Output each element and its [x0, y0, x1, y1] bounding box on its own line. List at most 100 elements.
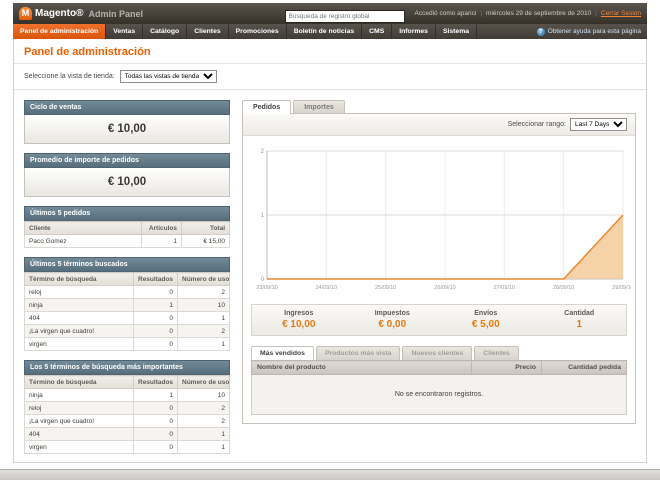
last-orders-header: Últimos 5 pedidos	[24, 206, 230, 221]
cell: ¡La virgen que cuadro!	[24, 414, 134, 428]
dashboard-right-column: Pedidos Importes Seleccionar rango: Last…	[242, 100, 636, 462]
table-header-row: Término de búsqueda Resultados Número de…	[24, 375, 230, 389]
nav-item-informes[interactable]: Informes	[392, 24, 436, 39]
browser-status-bar	[0, 469, 660, 480]
lifetime-sales-box: Ciclo de ventas € 10,00	[24, 100, 230, 144]
table-header-row: Término de búsqueda Resultados Número de…	[24, 272, 230, 286]
dashboard-columns: Ciclo de ventas € 10,00 Promedio de impo…	[14, 90, 646, 462]
cell: 0	[133, 324, 178, 338]
help-link[interactable]: Obtener ayuda para esta página	[548, 28, 641, 35]
col-header: Resultados	[133, 272, 178, 286]
top-search-terms-header: Los 5 términos de búsqueda más important…	[24, 360, 230, 375]
tab-productos-mas-vista[interactable]: Productos más vista	[315, 346, 401, 360]
magento-logo[interactable]: M Magento® Admin Panel	[19, 7, 143, 20]
table-row[interactable]: 404 0 1	[24, 311, 230, 325]
range-label: Seleccionar rango:	[507, 121, 566, 128]
nav-item-cms[interactable]: CMS	[362, 24, 393, 39]
user-meta: Accedió como aparici | miércoles 29 de s…	[415, 10, 641, 17]
totals-bar: Ingresos € 10,00 Impuestos € 0,00 Envíos…	[251, 304, 627, 336]
col-header: Número de usos	[177, 272, 230, 286]
logout-link[interactable]: Cerrar Sesión	[601, 10, 641, 17]
dashboard-left-column: Ciclo de ventas € 10,00 Promedio de impo…	[24, 100, 230, 462]
nav-item-ventas[interactable]: Ventas	[106, 24, 144, 39]
page-title: Panel de administración	[14, 39, 646, 64]
table-row[interactable]: virgen 0 1	[24, 440, 230, 454]
table-row[interactable]: ¡La virgen que cuadro! 0 2	[24, 324, 230, 338]
cell: 2	[177, 401, 230, 415]
svg-text:25/09/10: 25/09/10	[375, 285, 396, 291]
last-search-terms-box: Últimos 5 términos buscados Término de b…	[24, 257, 230, 351]
svg-text:23/09/10: 23/09/10	[256, 285, 277, 291]
orders-area-chart: 23/09/10 24/09/10 25/09/10 26/09/10 27/09/10…	[256, 149, 633, 291]
cell: 1	[177, 311, 230, 325]
table-row[interactable]: virgen 0 1	[24, 337, 230, 351]
cell: 10	[177, 388, 230, 402]
svg-text:24/09/10: 24/09/10	[316, 285, 337, 291]
cell: 404	[24, 311, 134, 325]
average-orders-header: Promedio de importe de pedidos	[24, 153, 230, 168]
stat-ingresos: Ingresos € 10,00	[252, 310, 346, 330]
current-date: miércoles 29 de septiembre de 2010	[486, 10, 592, 17]
cell: 2	[177, 324, 230, 338]
orders-chart: 23/09/10 24/09/10 25/09/10 26/09/10 27/09/10…	[243, 136, 635, 298]
table-row[interactable]: 404 0 1	[24, 427, 230, 441]
chart-tabs: Pedidos Importes	[242, 100, 636, 114]
tab-mas-vendidos[interactable]: Más vendidos	[251, 346, 314, 360]
stat-value: € 5,00	[471, 319, 500, 330]
separator: |	[480, 10, 483, 17]
nav-item-catalogo[interactable]: Catálogo	[143, 24, 188, 39]
tab-clientes[interactable]: Clientes	[474, 346, 519, 360]
store-view-row: Seleccione la vista de tienda: Todas las…	[14, 64, 646, 90]
chart-panel: Seleccionar rango: Last 7 Days 23/09/10 2…	[242, 113, 636, 424]
cell: reloj	[24, 401, 134, 415]
col-header: Cliente	[24, 221, 142, 235]
help-area: ? Obtener ayuda para esta página	[536, 24, 647, 39]
last-search-terms-header: Últimos 5 términos buscados	[24, 257, 230, 272]
cell: 1	[133, 388, 178, 402]
cell: 2	[177, 414, 230, 428]
cell: € 15,00	[181, 234, 230, 248]
cell: 1	[177, 440, 230, 454]
products-tabs: Más vendidos Productos más vista Nuevos …	[251, 346, 627, 360]
tab-pedidos[interactable]: Pedidos	[242, 100, 292, 114]
store-view-select[interactable]: Todas las vistas de tienda	[119, 70, 217, 83]
tab-importes[interactable]: Importes	[293, 100, 345, 114]
table-row[interactable]: ninja 1 10	[24, 388, 230, 402]
help-icon: ?	[536, 27, 545, 36]
table-row[interactable]: reloj 0 2	[24, 285, 230, 299]
stat-label: Ingresos	[284, 310, 314, 317]
table-row[interactable]: reloj 0 2	[24, 401, 230, 415]
store-view-label: Seleccione la vista de tienda:	[24, 73, 115, 80]
table-row[interactable]: Paco Gomez 1 € 15,00	[24, 234, 230, 248]
col-header: Número de usos	[177, 375, 230, 389]
global-search	[284, 5, 405, 23]
col-header: Término de búsqueda	[24, 272, 134, 286]
cell: 0	[133, 311, 178, 325]
top-header: M Magento® Admin Panel Accedió como apar…	[13, 3, 647, 24]
nav-item-clientes[interactable]: Clientes	[187, 24, 229, 39]
top-search-terms-table: Término de búsqueda Resultados Número de…	[24, 375, 230, 454]
stat-label: Cantidad	[564, 310, 595, 317]
stat-label: Envíos	[474, 310, 498, 317]
top-search-terms-box: Los 5 términos de búsqueda más important…	[24, 360, 230, 454]
svg-text:26/09/10: 26/09/10	[434, 285, 455, 291]
tab-nuevos-clientes[interactable]: Nuevos clientes	[402, 346, 473, 360]
cell: virgen	[24, 440, 134, 454]
lifetime-sales-value: € 10,00	[24, 115, 230, 144]
cell: 0	[133, 440, 178, 454]
nav-item-promociones[interactable]: Promociones	[229, 24, 287, 39]
nav-item-dashboard[interactable]: Panel de administración	[13, 24, 107, 39]
col-header: Nombre del producto	[251, 360, 472, 375]
stat-value: 1	[576, 319, 583, 330]
table-row[interactable]: ¡La virgen que cuadro! 0 2	[24, 414, 230, 428]
cell: ¡La virgen que cuadro!	[24, 324, 134, 338]
table-row[interactable]: ninja 1 10	[24, 298, 230, 312]
range-select[interactable]: Last 7 Days	[570, 118, 627, 131]
main-navigation: Panel de administración Ventas Catálogo …	[13, 24, 647, 39]
last-orders-box: Últimos 5 pedidos Cliente Artículos Tota…	[24, 206, 230, 248]
global-search-input[interactable]	[284, 9, 405, 23]
stat-label: Impuestos	[374, 310, 410, 317]
nav-item-boletin[interactable]: Boletín de noticias	[287, 24, 363, 39]
nav-item-sistema[interactable]: Sistema	[436, 24, 478, 39]
last-orders-table: Cliente Artículos Total Paco Gomez 1 € 1…	[24, 221, 230, 248]
